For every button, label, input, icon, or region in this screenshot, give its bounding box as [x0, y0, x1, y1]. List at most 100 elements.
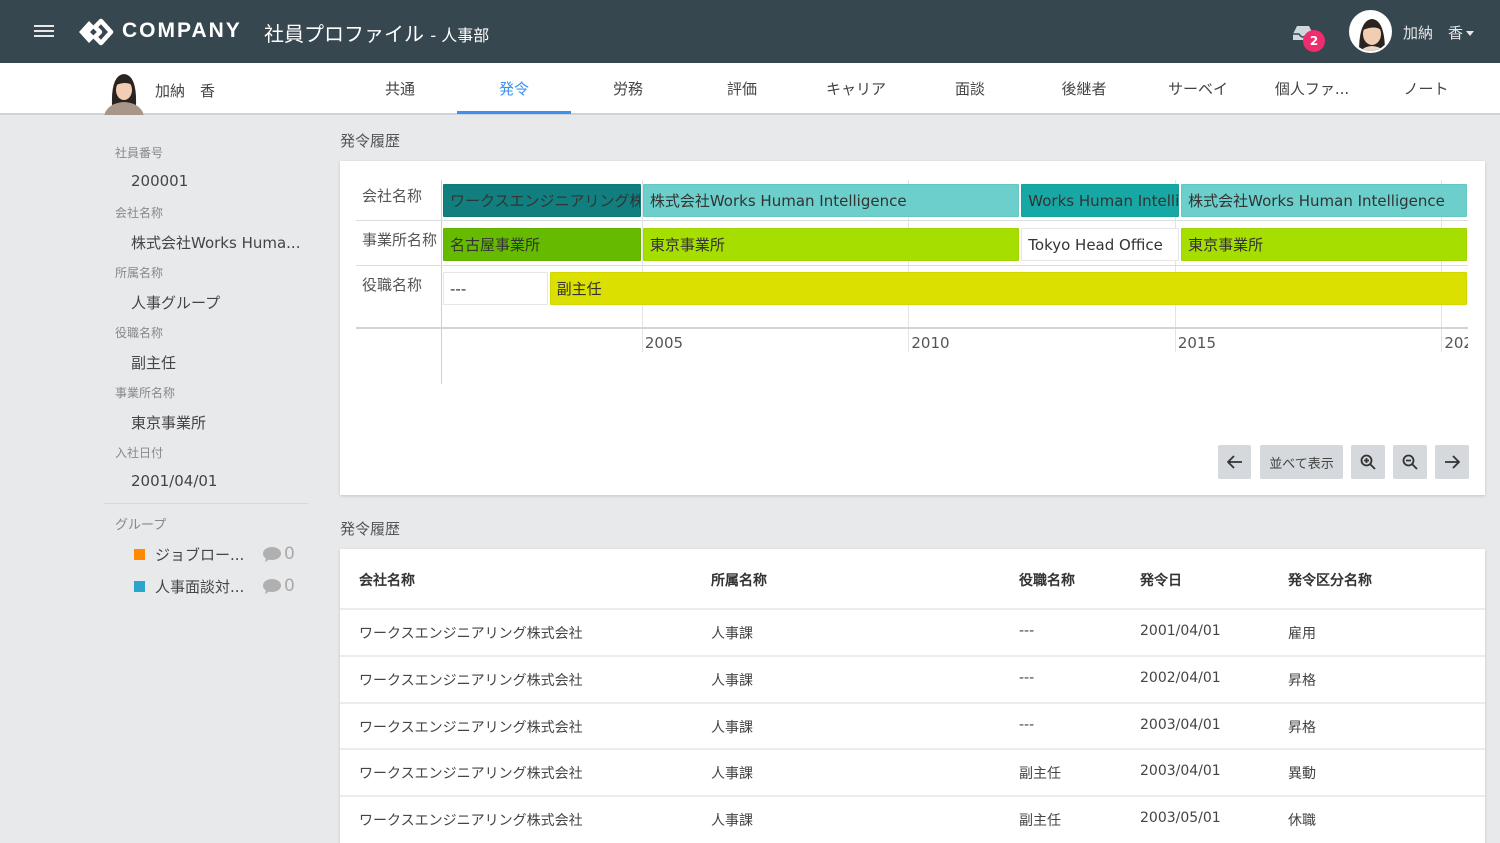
timeline-bar[interactable]: 副主任: [549, 272, 1467, 305]
timeline-bar[interactable]: 株式会社Works Human Intelligence: [1181, 184, 1467, 217]
zoom-out-button[interactable]: [1393, 445, 1427, 479]
timeline-label-axis: [441, 180, 442, 384]
column-header-position[interactable]: 役職名称: [1019, 570, 1075, 590]
cell-department: 人事課: [711, 813, 753, 829]
employee-number-value: 200001: [131, 172, 189, 190]
zoom-in-button[interactable]: [1351, 445, 1385, 479]
cell-company: ワークスエンジニアリング株式会社: [359, 673, 583, 689]
cell-date: 2003/05/01: [1140, 810, 1221, 826]
cell-type: 雇用: [1288, 626, 1316, 642]
cell-position: 副主任: [1019, 766, 1061, 782]
group-comments[interactable]: 0: [262, 576, 295, 596]
cell-type: 休職: [1288, 813, 1316, 829]
office-label: 事業所名称: [115, 386, 176, 400]
cell-department: 人事課: [711, 626, 753, 642]
brand-name: COMPANY: [122, 19, 242, 42]
group-name: 人事面談対...: [155, 578, 245, 596]
profile-photo-icon: [104, 69, 144, 115]
cell-type: 昇格: [1288, 673, 1316, 689]
company-logo-icon: [79, 18, 114, 46]
cell-department: 人事課: [711, 673, 753, 689]
table-section-title: 発令履歴: [340, 520, 401, 538]
comment-icon: [263, 578, 281, 594]
hire-date-value: 2001/04/01: [131, 472, 218, 490]
timeline-bar[interactable]: 株式会社Works Human Intelligence: [642, 184, 1020, 217]
tab-notes[interactable]: ノート: [1369, 63, 1483, 113]
cell-position: ---: [1019, 717, 1035, 733]
tab-successor[interactable]: 後継者: [1027, 63, 1141, 113]
table-row[interactable]: ワークスエンジニアリング株式会社 人事課 副主任 2003/04/01 異動: [340, 748, 1485, 795]
tab-assignment[interactable]: 発令: [457, 63, 571, 114]
tab-survey[interactable]: サーベイ: [1141, 63, 1255, 113]
timeline-bar[interactable]: Works Human Intelligence: [1021, 184, 1180, 217]
cell-position: ---: [1019, 623, 1035, 639]
timeline-next-button[interactable]: [1435, 445, 1469, 479]
timeline-bar[interactable]: 東京事業所: [642, 228, 1020, 261]
timeline-bar[interactable]: ワークスエンジニアリング株式会社: [443, 184, 641, 217]
timeline-section-title: 発令履歴: [340, 132, 401, 150]
timeline-row-label-office: 事業所名称: [362, 231, 438, 249]
company-name-value: 株式会社Works Huma...: [131, 234, 301, 252]
sidebar-divider: [104, 503, 308, 504]
show-all-button[interactable]: 並べて表示: [1260, 445, 1343, 479]
tab-evaluation[interactable]: 評価: [685, 63, 799, 113]
zoom-out-icon: [1402, 454, 1418, 470]
column-header-company[interactable]: 会社名称: [359, 570, 415, 590]
cell-department: 人事課: [711, 766, 753, 782]
cell-company: ワークスエンジニアリング株式会社: [359, 813, 583, 829]
employee-number-label: 社員番号: [115, 146, 164, 160]
cell-department: 人事課: [711, 720, 753, 736]
tab-labor[interactable]: 労務: [571, 63, 685, 113]
user-menu[interactable]: 加納 香: [1403, 22, 1475, 43]
profile-name: 加納 香: [155, 82, 216, 100]
cell-type: 昇格: [1288, 720, 1316, 736]
tab-personal-files[interactable]: 個人ファ...: [1255, 63, 1369, 113]
timeline-tick-label: 2010: [911, 334, 950, 352]
timeline-tick-label: 2005: [644, 334, 684, 352]
app-title: 社員プロファイル - 人事部: [264, 18, 489, 47]
group-heading: グループ: [115, 518, 167, 533]
comment-icon: [263, 546, 281, 562]
assignment-history-table: 会社名称 所属名称 役職名称 発令日 発令区分名称 ワークスエンジニアリング株式…: [340, 549, 1485, 843]
tab-career[interactable]: キャリア: [799, 63, 913, 113]
user-photo-icon: [1351, 12, 1390, 51]
cell-date: 2002/04/01: [1140, 670, 1221, 686]
timeline-x-axis: [356, 327, 1468, 329]
tab-common[interactable]: 共通: [343, 63, 457, 113]
group-comments[interactable]: 0: [262, 544, 295, 564]
timeline-row-label-company: 会社名称: [362, 187, 423, 205]
timeline-bar[interactable]: Tokyo Head Office: [1021, 228, 1180, 261]
timeline-bar[interactable]: 名古屋事業所: [443, 228, 641, 261]
table-row[interactable]: ワークスエンジニアリング株式会社 人事課 副主任 2003/05/01 休職: [340, 795, 1485, 842]
user-name: 加納 香: [1403, 24, 1464, 42]
cell-date: 2001/04/01: [1140, 623, 1221, 639]
hire-date-label: 入社日付: [115, 446, 164, 460]
menu-icon[interactable]: [34, 22, 54, 40]
department-value: 人事グループ: [131, 294, 221, 312]
timeline-bar[interactable]: 東京事業所: [1181, 228, 1467, 261]
notification-badge: 2: [1303, 30, 1325, 52]
company-name-label: 会社名称: [115, 206, 164, 220]
column-header-date[interactable]: 発令日: [1140, 570, 1182, 590]
timeline-prev-button[interactable]: [1218, 445, 1251, 479]
cell-company: ワークスエンジニアリング株式会社: [359, 766, 583, 782]
column-header-type[interactable]: 発令区分名称: [1288, 570, 1372, 590]
comment-count: 0: [284, 544, 295, 564]
table-row[interactable]: ワークスエンジニアリング株式会社 人事課 --- 2001/04/01 雇用: [340, 608, 1485, 655]
group-item[interactable]: ジョブロー...: [134, 544, 244, 565]
column-header-department[interactable]: 所属名称: [711, 570, 767, 590]
cell-type: 異動: [1288, 766, 1316, 782]
comment-count: 0: [284, 576, 295, 596]
zoom-in-icon: [1360, 454, 1376, 470]
assignment-timeline: 会社名称 事業所名称 役職名称 ワークスエンジニアリング株式会社株式会社Work…: [340, 161, 1485, 495]
group-item[interactable]: 人事面談対...: [134, 576, 244, 597]
group-color-swatch: [134, 581, 145, 592]
table-row[interactable]: ワークスエンジニアリング株式会社 人事課 --- 2002/04/01 昇格: [340, 655, 1485, 702]
arrow-left-icon: [1226, 455, 1242, 469]
user-avatar[interactable]: [1349, 10, 1392, 53]
app-title-department: - 人事部: [430, 26, 490, 45]
tab-interview[interactable]: 面談: [913, 63, 1027, 113]
timeline-bar[interactable]: ---: [443, 272, 548, 305]
table-row[interactable]: ワークスエンジニアリング株式会社 人事課 --- 2003/04/01 昇格: [340, 702, 1485, 749]
timeline-row-label-position: 役職名称: [362, 276, 423, 294]
